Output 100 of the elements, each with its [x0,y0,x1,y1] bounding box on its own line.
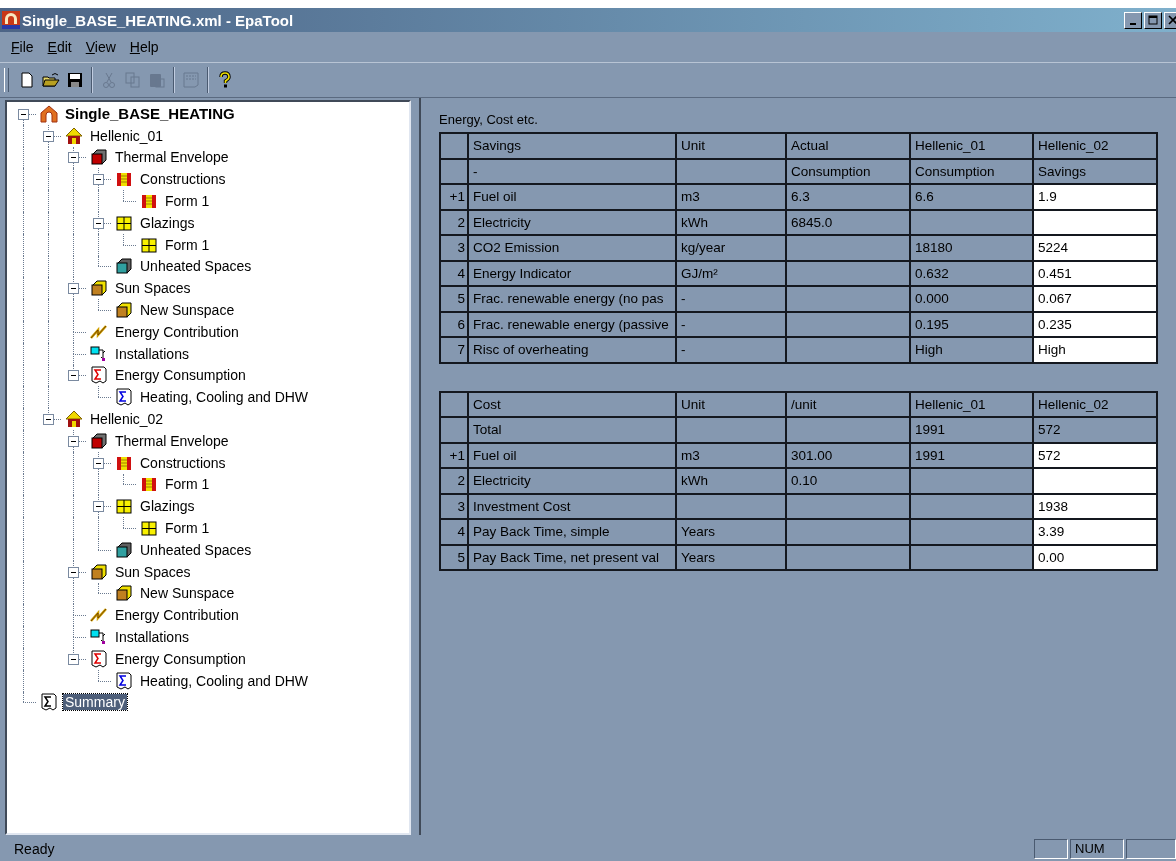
wall-layers-icon [114,170,133,189]
tree-item[interactable]: Thermal Envelope [113,432,231,449]
tree-item[interactable]: Heating, Cooling and DHW [138,672,311,689]
collapse-icon[interactable] [43,414,54,426]
table-cell: Energy Indicator [468,260,676,286]
tree-item[interactable]: Form 1 [163,476,212,493]
table-cell: Fuel oil [468,442,676,468]
cube-icon [89,562,108,581]
status-text: Ready [14,841,56,857]
cube-icon [89,279,108,298]
table-cell: 1991 [910,442,1033,468]
row-header: +1 [440,442,468,468]
cube-icon [89,431,108,450]
collapse-icon[interactable] [68,653,79,665]
column-header: Hellenic_02 [1033,133,1157,159]
collapse-icon[interactable] [68,152,79,164]
table-cell: - [676,311,786,337]
table-cell: Years [676,519,786,545]
table-cell: 0.067 [1033,286,1157,312]
sigma-document-icon [89,366,108,385]
collapse-icon[interactable] [18,108,29,120]
cube-icon [114,584,133,603]
table-cell: kWh [676,209,786,235]
status-pane [1034,839,1068,859]
house-icon [64,126,83,145]
minimize-button[interactable] [1124,11,1142,29]
close-button[interactable] [1164,11,1176,29]
menu-item[interactable]: Help [122,39,166,55]
tree-item[interactable]: Unheated Spaces [138,541,254,558]
table-cell: 3.39 [1033,519,1157,545]
question-mark-icon [216,71,234,89]
tree-item[interactable]: Hellenic_02 [88,411,166,428]
collapse-icon[interactable] [93,501,104,513]
window-icon [114,497,133,516]
collapse-icon[interactable] [93,174,104,186]
table-cell: m3 [676,184,786,210]
collapse-icon[interactable] [93,217,104,229]
cube-icon [89,148,108,167]
column-header: Hellenic_01 [910,391,1033,417]
cube-icon [114,540,133,559]
status-pane: NUM [1070,839,1124,859]
row-header: 4 [440,260,468,286]
row-header: 3 [440,493,468,519]
tree-item[interactable]: Constructions [138,171,228,188]
table-cell: Consumption [910,158,1033,184]
column-header: Unit [676,133,786,159]
collapse-icon[interactable] [93,457,104,469]
flowchart-icon [89,344,108,363]
table-cell: 0.00 [1033,544,1157,570]
tree-item[interactable]: Installations [113,345,191,362]
tree-item[interactable]: Single_BASE_HEATING [63,105,237,123]
section-caption: Energy, Cost etc. [439,112,539,127]
table-cell: 572 [1033,417,1157,443]
table-cell: kg/year [676,235,786,261]
sigma-document-icon [114,671,133,690]
tree-item[interactable]: Energy Contribution [113,607,241,624]
column-header: Hellenic_02 [1033,391,1157,417]
menu-item[interactable]: File [4,39,41,55]
tree-item[interactable]: New Sunspace [138,302,237,319]
row-header [440,158,468,184]
window-icon [114,213,133,232]
arch-house-icon [39,104,58,123]
tree-item[interactable]: New Sunspace [138,585,237,602]
tree-item[interactable]: Installations [113,629,191,645]
maximize-button[interactable] [1144,11,1162,29]
tree-item[interactable]: Sun Spaces [113,563,193,580]
corner-cell [440,391,468,417]
tree-item[interactable]: Unheated Spaces [138,258,254,275]
tree-item[interactable]: Glazings [138,214,197,231]
tree-item[interactable]: Form 1 [163,236,212,253]
tree-item[interactable]: Constructions [138,454,228,471]
tree-item[interactable]: Summary [63,694,127,711]
table-cell: 0.000 [910,286,1033,312]
menu-item[interactable]: Edit [40,39,79,55]
row-header: 7 [440,337,468,363]
menu-item[interactable]: View [78,39,123,55]
tree-item[interactable]: Heating, Cooling and DHW [138,389,311,406]
tree-item[interactable]: Form 1 [163,520,212,537]
row-header: 2 [440,468,468,494]
tree-item[interactable]: Energy Contribution [113,323,241,340]
collapse-icon[interactable] [68,435,79,447]
close-icon [1168,15,1176,25]
table-cell: 1938 [1033,493,1157,519]
blank-page-icon [18,71,36,89]
tree-item[interactable]: Form 1 [163,193,212,210]
collapse-icon[interactable] [68,566,79,578]
column-header: Savings [468,133,676,159]
collapse-icon[interactable] [68,370,79,382]
cube-icon [114,257,133,276]
table-cell: kWh [676,468,786,494]
sigma-document-icon [89,649,108,668]
tree-item[interactable]: Glazings [138,498,197,515]
tree-item[interactable]: Hellenic_01 [88,127,166,144]
status-pane [1126,839,1176,859]
tree-item[interactable]: Energy Consumption [113,650,248,667]
tree-item[interactable]: Sun Spaces [113,280,193,297]
collapse-icon[interactable] [68,283,79,295]
tree-item[interactable]: Energy Consumption [113,367,248,384]
tree-item[interactable]: Thermal Envelope [113,149,231,166]
collapse-icon[interactable] [43,130,54,142]
